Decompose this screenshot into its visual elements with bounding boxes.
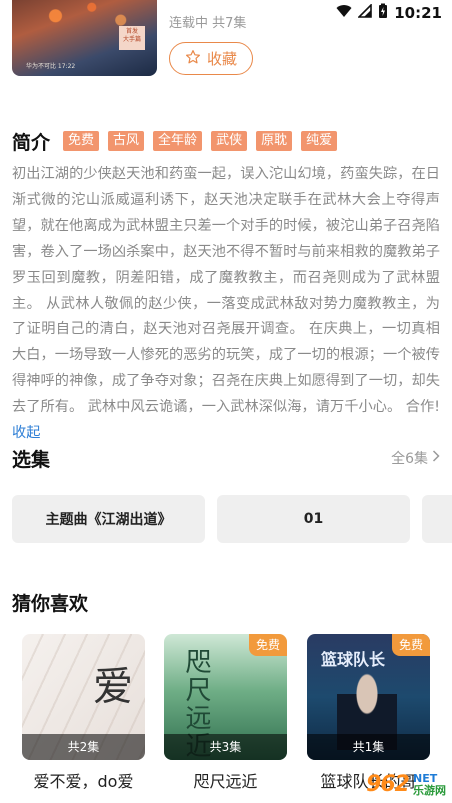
recommend-cover: 篮球队长 免费 共1集 <box>307 634 430 760</box>
episode-count: 共2集 <box>22 734 145 760</box>
star-icon <box>185 49 201 69</box>
intro-header: 简介 免费 古风 全年龄 武侠 原耽 纯爱 <box>12 128 338 154</box>
recommend-card[interactable]: 咫尺远近 免费 共3集 咫尺远近 <box>164 634 287 792</box>
collapse-link[interactable]: 收起 <box>12 425 40 441</box>
tag[interactable]: 纯爱 <box>301 131 338 151</box>
watermark-logo: 962 NET 乐游网 <box>366 772 446 797</box>
watermark-sub: 乐游网 <box>413 783 446 797</box>
tag-list: 免费 古风 全年龄 武侠 原耽 纯爱 <box>63 131 338 151</box>
signal-icon <box>357 3 373 22</box>
episode-item[interactable]: 主题曲《江湖出道》 <box>12 495 205 543</box>
watermark-brand: 962 <box>366 772 410 797</box>
free-badge: 免费 <box>392 634 430 656</box>
wifi-icon <box>336 4 352 22</box>
tag[interactable]: 武侠 <box>211 131 248 151</box>
intro-title: 简介 <box>12 131 51 154</box>
episode-count: 共1集 <box>307 734 430 760</box>
episodes-title: 选集 <box>12 448 51 471</box>
status-icons: 10:21 <box>336 3 442 23</box>
all-episodes-label: 全6集 <box>391 451 428 467</box>
recommend-card[interactable]: 篮球队长 免费 共1集 篮球队长的哥 <box>307 634 430 792</box>
cover-title-art: 爱 <box>93 664 133 710</box>
recommend-title-text: 咫尺远近 <box>193 772 258 791</box>
cover-title-art: 篮球队长 <box>321 650 386 669</box>
episode-count: 共3集 <box>164 734 287 760</box>
all-episodes-link[interactable]: 全6集 <box>391 448 440 468</box>
recommend-cover: 爱 共2集 <box>22 634 145 760</box>
watermark-net: NET <box>413 771 438 785</box>
tag[interactable]: 古风 <box>108 131 145 151</box>
tag[interactable]: 免费 <box>63 131 100 151</box>
episodes-header: 选集 全6集 <box>12 444 440 472</box>
recommend-title: 猜你喜欢 <box>12 592 89 615</box>
episode-item-partial[interactable] <box>422 495 452 543</box>
episode-list: 主题曲《江湖出道》 01 <box>12 495 452 543</box>
episode-item[interactable]: 01 <box>217 495 410 543</box>
recommend-header: 猜你喜欢 <box>12 588 88 616</box>
tag[interactable]: 原耽 <box>256 131 293 151</box>
chevron-right-icon <box>432 450 440 466</box>
recommend-cover: 咫尺远近 免费 共3集 <box>164 634 287 760</box>
cover-badge: 首发 大手篇 <box>119 26 145 50</box>
cover-caption: 华为不可比 17:22 <box>26 63 76 70</box>
intro-text: 初出江湖的少侠赵天池和药蛮一起，误入沱山幻境，药蛮失踪，在日渐式微的沱山派威逼利… <box>12 166 440 416</box>
free-badge: 免费 <box>249 634 287 656</box>
status-bar: 10:21 <box>0 0 452 24</box>
intro-description: 初出江湖的少侠赵天池和药蛮一起，误入沱山幻境，药蛮失踪，在日渐式微的沱山派威逼利… <box>12 162 440 447</box>
battery-icon <box>378 3 388 23</box>
favorite-label: 收藏 <box>206 50 237 68</box>
recommend-title-text: 爱不爱，do爱 <box>33 772 134 791</box>
status-time: 10:21 <box>394 4 442 22</box>
favorite-button[interactable]: 收藏 <box>169 42 253 75</box>
tag[interactable]: 全年龄 <box>153 131 203 151</box>
recommend-card[interactable]: 爱 共2集 爱不爱，do爱 <box>22 634 145 792</box>
